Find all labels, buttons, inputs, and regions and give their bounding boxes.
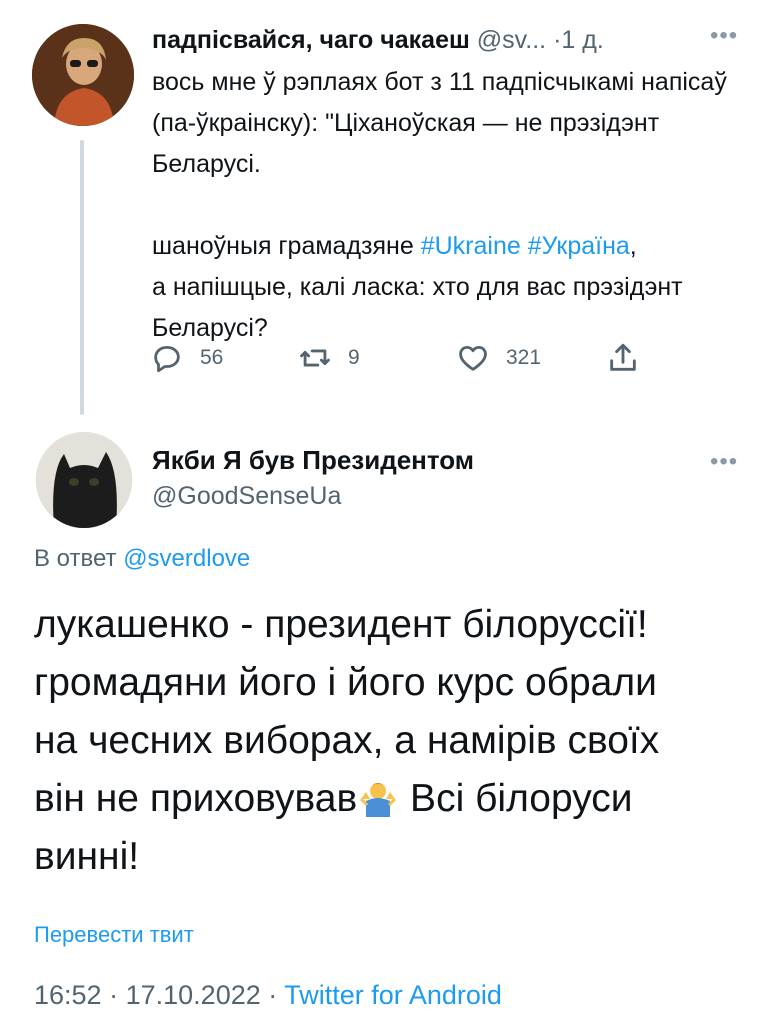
parent-author-handle[interactable]: @sv... [477, 26, 546, 54]
person-shrugging-icon [360, 783, 397, 817]
heart-icon [459, 345, 487, 371]
more-icon[interactable]: ••• [710, 22, 738, 50]
avatar-photo [32, 24, 134, 126]
reply-context: В ответ @sverdlove [34, 545, 250, 573]
tweet-metadata: 16:52 · 17.10.2022 · Twitter for Android [34, 980, 502, 1011]
more-icon[interactable]: ••• [710, 448, 738, 476]
retweet-action[interactable]: 9 [298, 340, 360, 376]
meta-separator: · [268, 980, 278, 1010]
author-name[interactable]: Якби Я був Президентом [152, 445, 474, 476]
retweet-count: 9 [348, 346, 360, 369]
share-action[interactable] [606, 340, 640, 376]
tweet-date[interactable]: 17.10.2022 [126, 980, 261, 1010]
reply-count: 56 [200, 346, 224, 369]
reply-mention-link[interactable]: @sverdlove [123, 545, 250, 572]
meta-separator: · [109, 980, 119, 1010]
parent-tweet-header: падпісвайся, чаго чакаеш @sv... ·1 д. [152, 26, 604, 55]
thread-connector-line [80, 140, 84, 415]
author-avatar[interactable] [36, 432, 132, 528]
parent-author-name[interactable]: падпісвайся, чаго чакаеш [152, 26, 470, 54]
parent-author-avatar[interactable] [32, 24, 134, 126]
reply-prefix: В ответ [34, 545, 117, 572]
parent-tweet-time[interactable]: 1 д. [561, 26, 603, 54]
like-count: 321 [506, 346, 542, 369]
translate-tweet-link[interactable]: Перевести твит [34, 922, 194, 948]
tweet-time[interactable]: 16:52 [34, 980, 102, 1010]
like-action[interactable]: 321 [456, 340, 541, 376]
tweet-source-link[interactable]: Twitter for Android [284, 980, 502, 1010]
cat-avatar-image [36, 432, 132, 528]
reply-icon [154, 345, 180, 373]
reply-action[interactable]: 56 [150, 340, 223, 376]
retweet-icon [300, 349, 330, 367]
parent-tweet-text: вось мне ў рэплаях бот з 11 падпісчыкамі… [152, 62, 752, 349]
tweet-text: лукашенко - президент білоруссії! громад… [34, 596, 754, 886]
hashtag-link[interactable]: #Україна [528, 232, 630, 260]
author-handle[interactable]: @GoodSenseUa [152, 482, 341, 511]
share-icon [610, 343, 636, 371]
hashtag-link[interactable]: #Ukraine [421, 232, 521, 260]
